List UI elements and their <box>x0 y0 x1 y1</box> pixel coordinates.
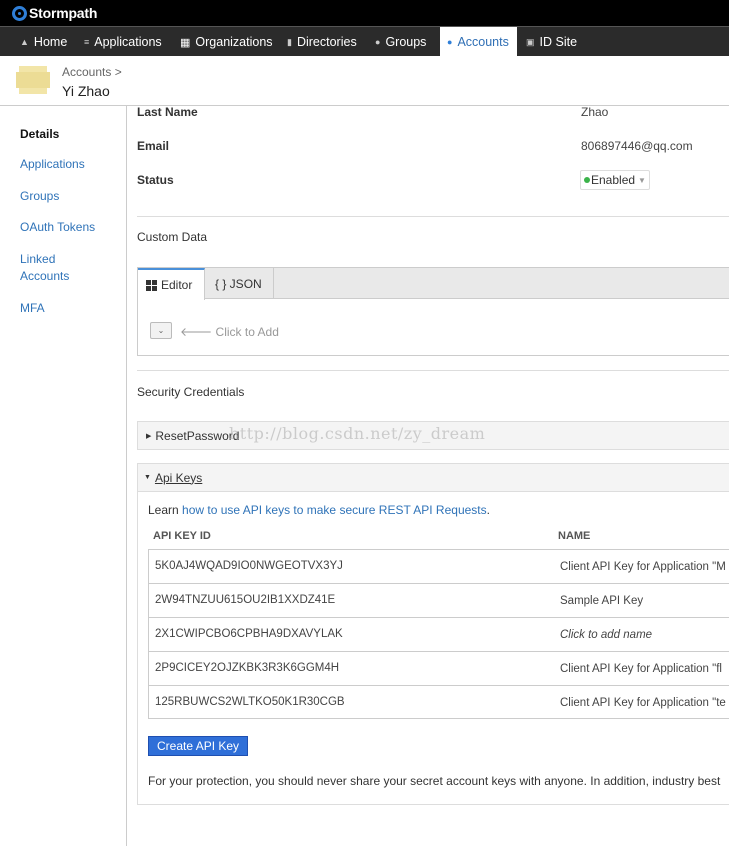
api-key-name[interactable]: Client API Key for Application "fl <box>560 663 722 675</box>
table-row: 125RBUWCS2WLTKO50K1R30CGB Client API Key… <box>148 685 729 719</box>
api-keys-header[interactable]: ▼ Api Keys <box>138 464 729 492</box>
nav-organizations[interactable]: ▦ Organizations <box>180 27 273 57</box>
table-row: 2P9CICEY2OJZKBK3R3K6GGM4H Client API Key… <box>148 651 729 685</box>
custom-data-title: Custom Data <box>137 230 208 244</box>
brand-name: Stormpath <box>29 5 98 21</box>
sidebar-item-mfa[interactable]: MFA <box>20 300 45 317</box>
main-nav: ▲ Home ≡ Applications ▦ Organizations ▮ Dire… <box>0 26 729 57</box>
table-row: 5K0AJ4WQAD9IO0NWGEOTVX3YJ Client API Key… <box>148 549 729 583</box>
divider <box>137 216 729 217</box>
grid-icon <box>146 279 157 291</box>
sidebar-item-groups[interactable]: Groups <box>20 188 59 205</box>
status-enabled-icon <box>584 177 590 183</box>
stack-icon: ≡ <box>84 37 90 47</box>
table-row: 2W94TNZUU615OU2IB1XXDZ41E Sample API Key <box>148 583 729 617</box>
api-keys-section: ▼ Api Keys Learn how to use API keys to … <box>137 463 729 805</box>
protection-note: For your protection, you should never sh… <box>148 774 721 788</box>
api-key-name[interactable]: Click to add name <box>560 629 652 641</box>
api-key-id[interactable]: 2X1CWIPCBO6CPBHA9DXAVYLAK <box>155 628 343 640</box>
custom-data-panel: Editor { } JSON ⌄ 🡐 Click to Add <box>137 267 729 356</box>
avatar <box>16 66 50 94</box>
api-key-name[interactable]: Sample API Key <box>560 595 643 607</box>
email-label: Email <box>137 139 170 153</box>
api-keys-help-link[interactable]: how to use API keys to make secure REST … <box>182 503 487 517</box>
last-name-value[interactable]: Zhao <box>581 105 608 119</box>
arrow-left-icon: 🡐 <box>180 325 213 339</box>
sidebar: Details Applications Groups OAuth Tokens… <box>0 106 127 846</box>
caret-right-icon: ▶ <box>146 432 152 440</box>
caret-down-icon: ▼ <box>144 474 151 481</box>
divider <box>137 370 729 371</box>
tab-editor[interactable]: Editor <box>138 268 205 300</box>
folder-icon: ▮ <box>287 36 292 47</box>
api-key-name[interactable]: Client API Key for Application "te <box>560 697 726 709</box>
nav-groups[interactable]: ● Groups <box>375 27 426 57</box>
sidebar-item-oauth-tokens[interactable]: OAuth Tokens <box>20 219 95 236</box>
api-key-id[interactable]: 2W94TNZUU615OU2IB1XXDZ41E <box>155 594 335 606</box>
email-value[interactable]: 806897446@qq.com <box>581 139 693 153</box>
table-row: 2X1CWIPCBO6CPBHA9DXAVYLAK Click to add n… <box>148 617 729 651</box>
chevron-down-icon: ▼ <box>638 175 646 185</box>
status-select[interactable]: Enabled ▼ <box>580 170 650 190</box>
top-bar: Stormpath <box>0 0 729 26</box>
breadcrumb[interactable]: Accounts > <box>62 65 122 79</box>
last-name-label: Last Name <box>137 105 198 119</box>
create-api-key-button[interactable]: Create API Key <box>148 736 249 756</box>
api-key-id[interactable]: 5K0AJ4WQAD9IO0NWGEOTVX3YJ <box>155 560 343 572</box>
nav-directories[interactable]: ▮ Directories <box>287 27 357 57</box>
status-value: Enabled <box>591 173 636 187</box>
breadcrumb-bar: Accounts > Yi Zhao <box>0 56 729 106</box>
api-key-id[interactable]: 125RBUWCS2WLTKO50K1R30CGB <box>155 696 345 708</box>
api-key-name[interactable]: Client API Key for Application "M <box>560 561 726 573</box>
page-title: Yi Zhao <box>62 83 110 99</box>
security-credentials-title: Security Credentials <box>137 385 245 399</box>
sidebar-item-details[interactable]: Details <box>20 126 59 143</box>
stormpath-logo[interactable]: Stormpath <box>12 4 97 22</box>
nav-accounts[interactable]: ● Accounts <box>440 27 517 57</box>
reset-password-section[interactable]: ▶ ResetPassword <box>137 421 729 450</box>
api-keys-help: Learn how to use API keys to make secure… <box>148 503 490 517</box>
api-key-id[interactable]: 2P9CICEY2OJZKBK3R3K6GGM4H <box>155 662 339 674</box>
tab-json[interactable]: { } JSON <box>207 268 274 299</box>
grid-icon: ▦ <box>180 36 191 49</box>
nav-home[interactable]: ▲ Home <box>20 27 67 57</box>
group-icon: ● <box>375 37 381 47</box>
id-card-icon: ▣ <box>526 36 535 47</box>
column-header-name: NAME <box>558 530 591 542</box>
click-to-add[interactable]: 🡐 Click to Add <box>180 324 279 339</box>
stormpath-logo-icon <box>12 5 27 21</box>
nav-id-site[interactable]: ▣ ID Site <box>526 27 577 57</box>
column-header-api-key-id: API KEY ID <box>153 530 211 542</box>
status-label: Status <box>137 173 174 187</box>
home-icon: ▲ <box>20 37 29 47</box>
user-icon: ● <box>447 37 453 47</box>
main-content: Last Name Zhao Email 806897446@qq.com St… <box>127 105 729 846</box>
sidebar-item-applications[interactable]: Applications <box>20 156 85 173</box>
nav-applications[interactable]: ≡ Applications <box>84 27 162 57</box>
add-field-dropdown[interactable]: ⌄ <box>150 322 172 339</box>
sidebar-item-linked-accounts[interactable]: Linked Accounts <box>20 251 80 285</box>
custom-data-tabs: Editor { } JSON <box>138 268 729 300</box>
chevron-down-icon: ⌄ <box>157 326 165 335</box>
